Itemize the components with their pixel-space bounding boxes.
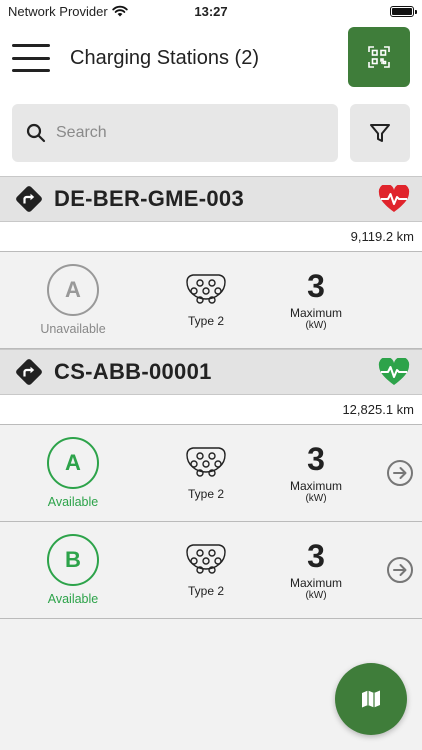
distance-row: 9,119.2 km [0,222,422,252]
type2-plug-icon [186,274,226,304]
station-name: DE-BER-GME-003 [54,186,245,211]
arrow-right-circle-icon[interactable] [386,556,414,584]
health-heart-bad-icon [378,185,410,212]
battery-icon [390,5,417,17]
search-row [0,94,422,176]
station-count: (2) [234,46,259,69]
connector-status-text: Available [47,495,99,509]
connector-power: 3 Maximum (kW) [266,441,366,504]
connector-status-text: Unavailable [40,322,106,336]
power-value: 3 [307,268,325,305]
power-label: Maximum [289,478,342,493]
distance-row: 12,825.1 km [0,395,422,425]
station-name: CS-ABB-00001 [54,359,212,384]
app-header: Charging Stations (2) [0,22,422,94]
connector-type: Type 2 [146,445,266,501]
health-heart-good-icon [378,358,410,385]
map-view-button[interactable] [335,663,407,735]
connector-type-label: Type 2 [187,584,225,598]
search-input[interactable] [56,124,324,142]
connector-status: A Available [0,437,146,509]
station-distance: 12,825.1 km [342,402,414,417]
connector-row[interactable]: B Available Type 2 3 Maximum (kW) [0,522,422,619]
connector-type: Type 2 [146,272,266,328]
hamburger-menu-icon[interactable] [12,41,50,75]
map-icon [362,690,380,708]
type2-plug-icon [186,544,226,574]
connector-id-badge: A [47,264,99,316]
station-distance: 9,119.2 km [350,229,414,244]
connector-row[interactable]: A Unavailable Type 2 3 Maximum (kW) [0,252,422,349]
connector-status-text: Available [47,592,99,606]
connector-type-label: Type 2 [187,487,225,501]
directions-icon[interactable] [14,184,44,214]
page-title: Charging Stations (2) [70,47,259,70]
connector-power: 3 Maximum (kW) [266,268,366,331]
connector-status: A Unavailable [0,264,146,336]
qr-scan-button[interactable] [348,27,410,87]
type2-plug-icon [186,447,226,477]
power-unit: (kW) [305,492,327,504]
wifi-icon [112,5,128,17]
connector-row[interactable]: A Available Type 2 3 Maximum (kW) [0,425,422,522]
power-label: Maximum [289,575,342,590]
filter-icon [370,124,390,142]
connector-power: 3 Maximum (kW) [266,538,366,601]
arrow-right-circle-icon[interactable] [386,459,414,487]
power-value: 3 [307,538,325,575]
search-box [12,104,338,162]
power-value: 3 [307,441,325,478]
power-unit: (kW) [305,319,327,331]
status-left: Network Provider [8,4,128,19]
power-unit: (kW) [305,589,327,601]
connector-type-label: Type 2 [187,314,225,328]
connector-status: B Available [0,534,146,606]
filter-button[interactable] [350,104,410,162]
search-icon [26,123,46,143]
directions-icon[interactable] [14,357,44,387]
status-bar: Network Provider 13:27 [0,0,422,22]
connector-id-badge: B [47,534,99,586]
page-title-text: Charging Stations [70,46,229,69]
qr-code-icon [368,46,390,68]
power-label: Maximum [289,305,342,320]
carrier-name: Network Provider [8,3,108,19]
station-header[interactable]: DE-BER-GME-003 [0,176,422,222]
connector-type: Type 2 [146,542,266,598]
station-header[interactable]: CS-ABB-00001 [0,349,422,395]
connector-id-badge: A [47,437,99,489]
